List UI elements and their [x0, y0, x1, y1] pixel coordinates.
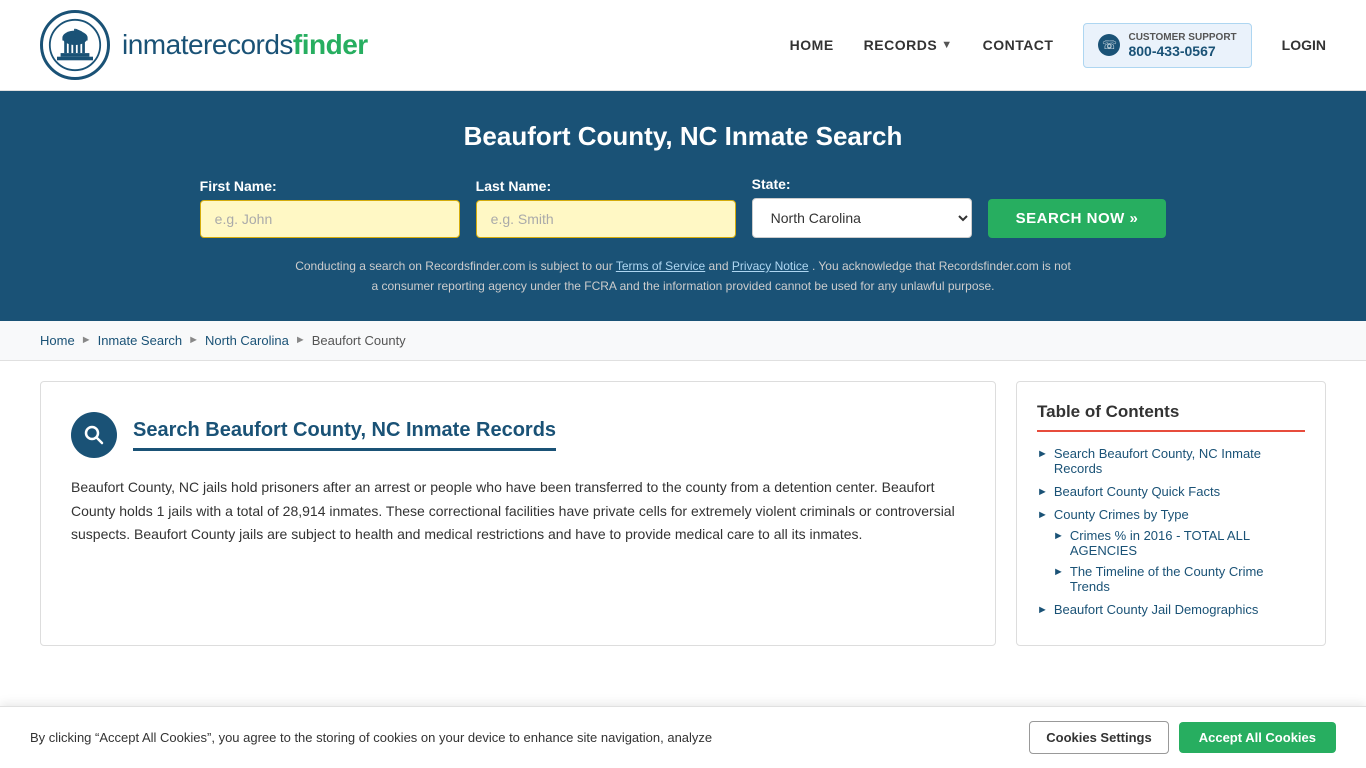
toc-sublist: ► Crimes % in 2016 - TOTAL ALL AGENCIES …: [1037, 528, 1305, 594]
state-group: State: AlabamaAlaskaArizonaArkansasCalif…: [752, 176, 972, 238]
cookie-buttons: Cookies Settings Accept All Cookies: [1029, 721, 1336, 754]
chevron-down-icon: ▼: [941, 39, 952, 51]
toc-subitem-1: ► Crimes % in 2016 - TOTAL ALL AGENCIES: [1053, 528, 1305, 558]
site-header: inmaterecordsfinder HOME RECORDS ▼ CONTA…: [0, 0, 1366, 91]
first-name-input[interactable]: [200, 200, 460, 238]
state-label: State:: [752, 176, 791, 192]
cookie-settings-button[interactable]: Cookies Settings: [1029, 721, 1168, 754]
section-header: Search Beaufort County, NC Inmate Record…: [71, 412, 965, 458]
toc-link-3-text: County Crimes by Type: [1054, 507, 1189, 522]
search-banner: Beaufort County, NC Inmate Search First …: [0, 91, 1366, 321]
first-name-group: First Name:: [200, 178, 460, 238]
cookie-banner: By clicking “Accept All Cookies”, you ag…: [0, 706, 1366, 768]
page-heading: Beaufort County, NC Inmate Search: [40, 121, 1326, 152]
toc-sub-link-1-text: Crimes % in 2016 - TOTAL ALL AGENCIES: [1070, 528, 1305, 558]
state-select[interactable]: AlabamaAlaskaArizonaArkansasCaliforniaCo…: [752, 198, 972, 238]
nav-records[interactable]: RECORDS ▼: [864, 37, 953, 53]
breadcrumb-inmate-search[interactable]: Inmate Search: [98, 333, 183, 348]
toc-sub-link-2[interactable]: ► The Timeline of the County Crime Trend…: [1053, 564, 1305, 594]
chevron-icon: ►: [1037, 448, 1048, 460]
breadcrumb-county: Beaufort County: [312, 333, 406, 348]
toc-list: ► Search Beaufort County, NC Inmate Reco…: [1037, 446, 1305, 617]
nav-records-label: RECORDS: [864, 37, 938, 53]
chevron-icon: ►: [1053, 530, 1064, 542]
cookie-accept-button[interactable]: Accept All Cookies: [1179, 722, 1336, 753]
last-name-label: Last Name:: [476, 178, 551, 194]
search-icon: [71, 412, 117, 458]
toc-item-4: ► Beaufort County Jail Demographics: [1037, 602, 1305, 617]
breadcrumb-home[interactable]: Home: [40, 333, 75, 348]
last-name-group: Last Name:: [476, 178, 736, 238]
disclaimer-text: Conducting a search on Recordsfinder.com…: [293, 256, 1073, 297]
cookie-text: By clicking “Accept All Cookies”, you ag…: [30, 728, 1029, 748]
toc-sub-link-1[interactable]: ► Crimes % in 2016 - TOTAL ALL AGENCIES: [1053, 528, 1305, 558]
toc-sub-link-2-text: The Timeline of the County Crime Trends: [1070, 564, 1305, 594]
toc-item-1: ► Search Beaufort County, NC Inmate Reco…: [1037, 446, 1305, 476]
nav-login[interactable]: LOGIN: [1282, 37, 1326, 53]
chevron-icon: ►: [1037, 604, 1048, 616]
toc-subitem-2: ► The Timeline of the County Crime Trend…: [1053, 564, 1305, 594]
nav-home[interactable]: HOME: [790, 37, 834, 53]
search-button[interactable]: SEARCH NOW »: [988, 199, 1167, 238]
logo-text: inmaterecordsfinder: [122, 29, 368, 61]
toc-link-1-text: Search Beaufort County, NC Inmate Record…: [1054, 446, 1305, 476]
support-number: 800-433-0567: [1128, 43, 1236, 59]
section-title: Search Beaufort County, NC Inmate Record…: [133, 419, 556, 451]
logo-icon: [40, 10, 110, 80]
toc-link-2[interactable]: ► Beaufort County Quick Facts: [1037, 484, 1305, 499]
toc-item-3: ► County Crimes by Type ► Crimes % in 20…: [1037, 507, 1305, 594]
privacy-link[interactable]: Privacy Notice: [732, 259, 809, 273]
chevron-icon: ►: [1053, 566, 1064, 578]
breadcrumb: Home ► Inmate Search ► North Carolina ► …: [0, 321, 1366, 361]
toc-link-3[interactable]: ► County Crimes by Type: [1037, 507, 1305, 522]
logo-main-text: inmaterecords: [122, 29, 293, 60]
toc-title: Table of Contents: [1037, 402, 1305, 432]
breadcrumb-sep-3: ►: [295, 334, 306, 346]
first-name-label: First Name:: [200, 178, 277, 194]
breadcrumb-sep-2: ►: [188, 334, 199, 346]
toc-link-4[interactable]: ► Beaufort County Jail Demographics: [1037, 602, 1305, 617]
support-label: CUSTOMER SUPPORT: [1128, 32, 1236, 43]
content-section: Search Beaufort County, NC Inmate Record…: [40, 381, 996, 646]
nav-contact[interactable]: CONTACT: [983, 37, 1054, 53]
toc-link-1[interactable]: ► Search Beaufort County, NC Inmate Reco…: [1037, 446, 1305, 476]
toc-link-2-text: Beaufort County Quick Facts: [1054, 484, 1220, 499]
breadcrumb-sep-1: ►: [81, 334, 92, 346]
chevron-icon: ►: [1037, 486, 1048, 498]
main-nav: HOME RECORDS ▼ CONTACT ☏ CUSTOMER SUPPOR…: [790, 23, 1326, 68]
table-of-contents: Table of Contents ► Search Beaufort Coun…: [1016, 381, 1326, 646]
last-name-input[interactable]: [476, 200, 736, 238]
content-paragraph: Beaufort County, NC jails hold prisoners…: [71, 476, 965, 547]
logo-area: inmaterecordsfinder: [40, 10, 368, 80]
logo-finder-text: finder: [293, 29, 368, 60]
search-form: First Name: Last Name: State: AlabamaAla…: [40, 176, 1326, 238]
toc-item-2: ► Beaufort County Quick Facts: [1037, 484, 1305, 499]
tos-link[interactable]: Terms of Service: [616, 259, 705, 273]
breadcrumb-state[interactable]: North Carolina: [205, 333, 289, 348]
toc-link-4-text: Beaufort County Jail Demographics: [1054, 602, 1259, 617]
main-content-area: Search Beaufort County, NC Inmate Record…: [0, 361, 1366, 666]
headset-icon: ☏: [1098, 34, 1120, 56]
customer-support-button[interactable]: ☏ CUSTOMER SUPPORT 800-433-0567: [1083, 23, 1251, 68]
chevron-icon: ►: [1037, 509, 1048, 521]
